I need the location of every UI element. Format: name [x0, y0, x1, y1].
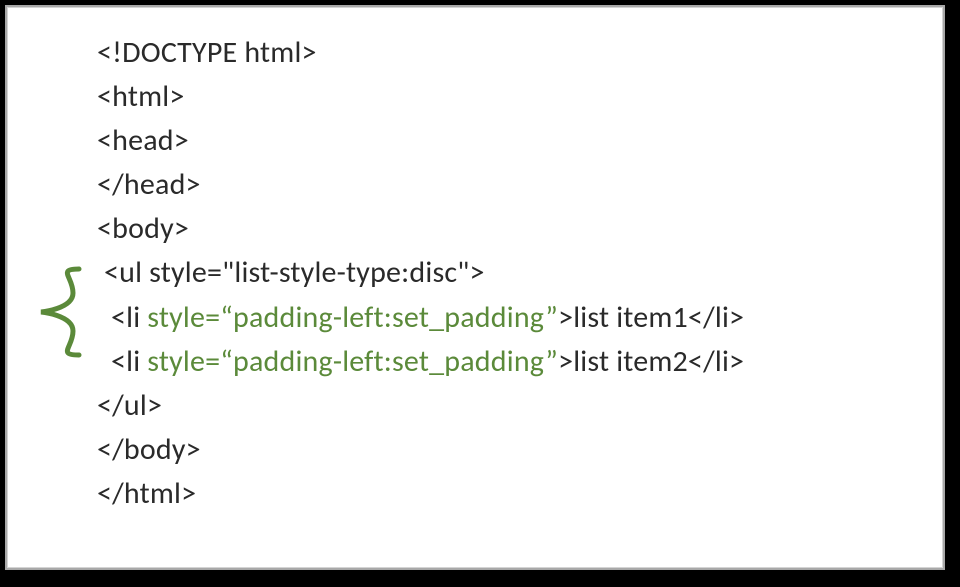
code-panel: <!DOCTYPE html> <html> <head> </head> <b…: [5, 5, 945, 570]
code-line: <html>: [97, 75, 913, 119]
code-text: <li: [97, 343, 147, 380]
code-line: </body>: [97, 428, 913, 472]
code-line: </ul>: [97, 384, 913, 428]
highlighted-attr: style=“padding-left:set_padding”: [147, 343, 558, 380]
code-line: <!DOCTYPE html>: [97, 31, 913, 75]
code-line: </head>: [97, 163, 913, 207]
code-text: <li: [97, 299, 147, 336]
code-text: >list item1</li>: [558, 299, 744, 336]
code-line: <li style=“padding-left:set_padding”>lis…: [97, 340, 913, 384]
code-block: <!DOCTYPE html> <html> <head> </head> <b…: [7, 7, 943, 536]
code-line: <head>: [97, 119, 913, 163]
code-line: <ul style="list-style-type:disc">: [97, 251, 913, 295]
code-text: >list item2</li>: [558, 343, 744, 380]
code-line: </html>: [97, 472, 913, 516]
highlighted-attr: style=“padding-left:set_padding”: [147, 299, 558, 336]
code-line: <body>: [97, 207, 913, 251]
code-line: <li style=“padding-left:set_padding”>lis…: [97, 296, 913, 340]
